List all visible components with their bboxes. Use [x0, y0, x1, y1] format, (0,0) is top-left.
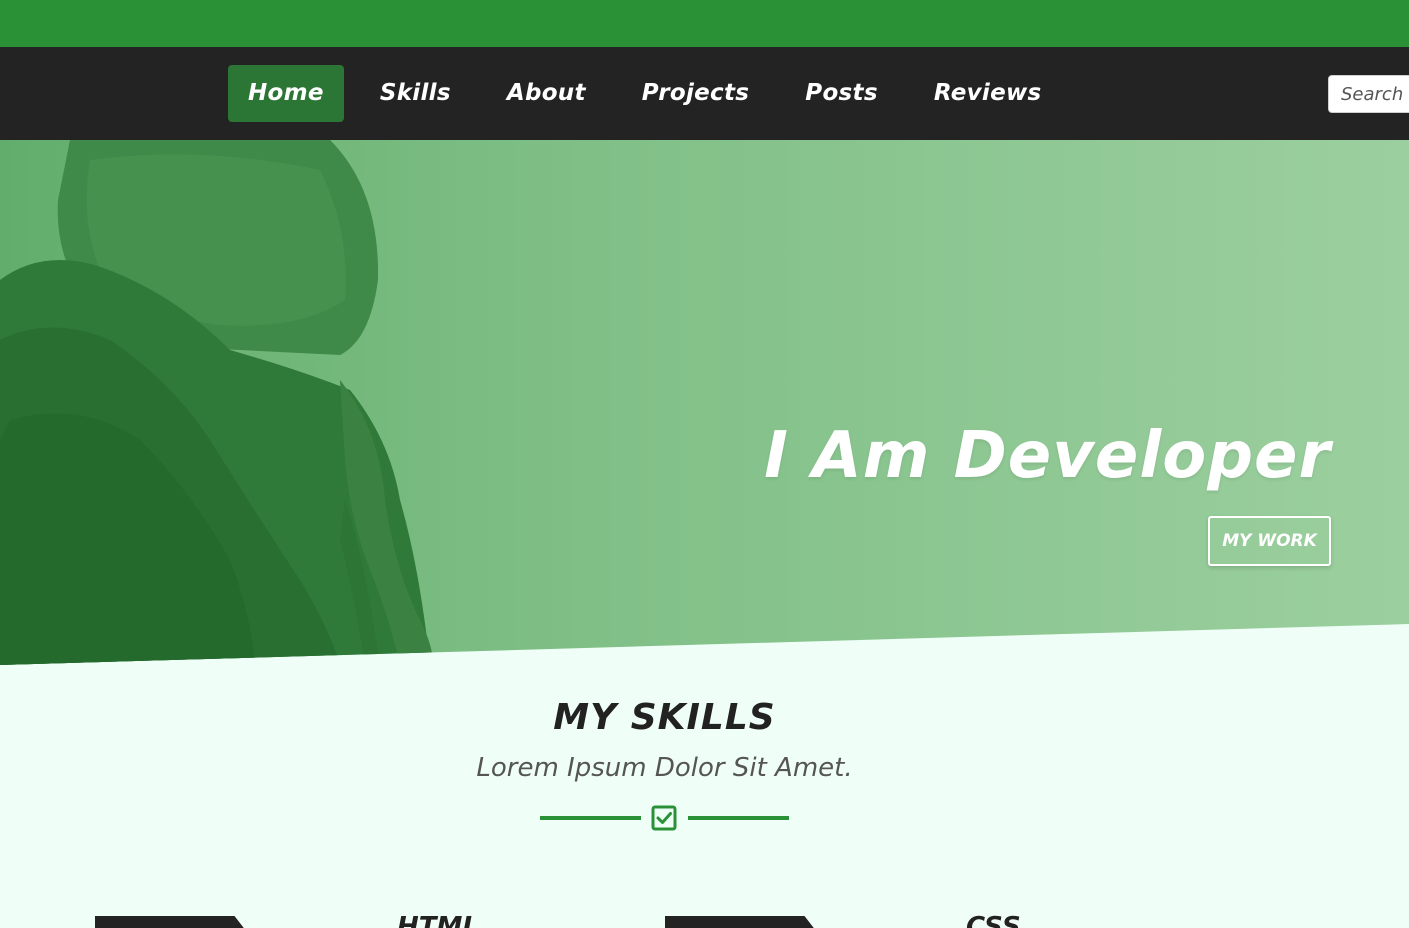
search-input[interactable] [1328, 75, 1409, 113]
hero-section: I Am Developer MY WORK [0, 140, 1409, 665]
nav-item-reviews[interactable]: Reviews [914, 65, 1062, 122]
divider-line-right [688, 816, 789, 820]
nav-item-skills[interactable]: Skills [360, 65, 471, 122]
skills-section-subtitle: Lorem Ipsum Dolor Sit Amet. [476, 753, 853, 783]
skill-label-css: CSS [966, 912, 1021, 928]
top-accent-bar [0, 0, 1409, 47]
skills-section-title: MY SKILLS [553, 697, 776, 738]
hero-title: I Am Developer [764, 419, 1331, 493]
main-navbar: Home Skills About Projects Posts Reviews [0, 47, 1409, 140]
skill-card-css-tab [665, 916, 820, 928]
nav-item-posts[interactable]: Posts [785, 65, 898, 122]
nav-item-projects[interactable]: Projects [622, 65, 770, 122]
check-square-icon [651, 805, 677, 831]
my-work-button[interactable]: MY WORK [1208, 516, 1331, 566]
nav-item-home[interactable]: Home [228, 65, 344, 122]
divider-line-left [540, 816, 641, 820]
hero-background-image [0, 140, 433, 665]
skill-label-html: HTML [397, 912, 479, 928]
skill-card-html-tab [95, 916, 250, 928]
nav-item-about[interactable]: About [487, 65, 606, 122]
nav-list: Home Skills About Projects Posts Reviews [228, 65, 1078, 122]
